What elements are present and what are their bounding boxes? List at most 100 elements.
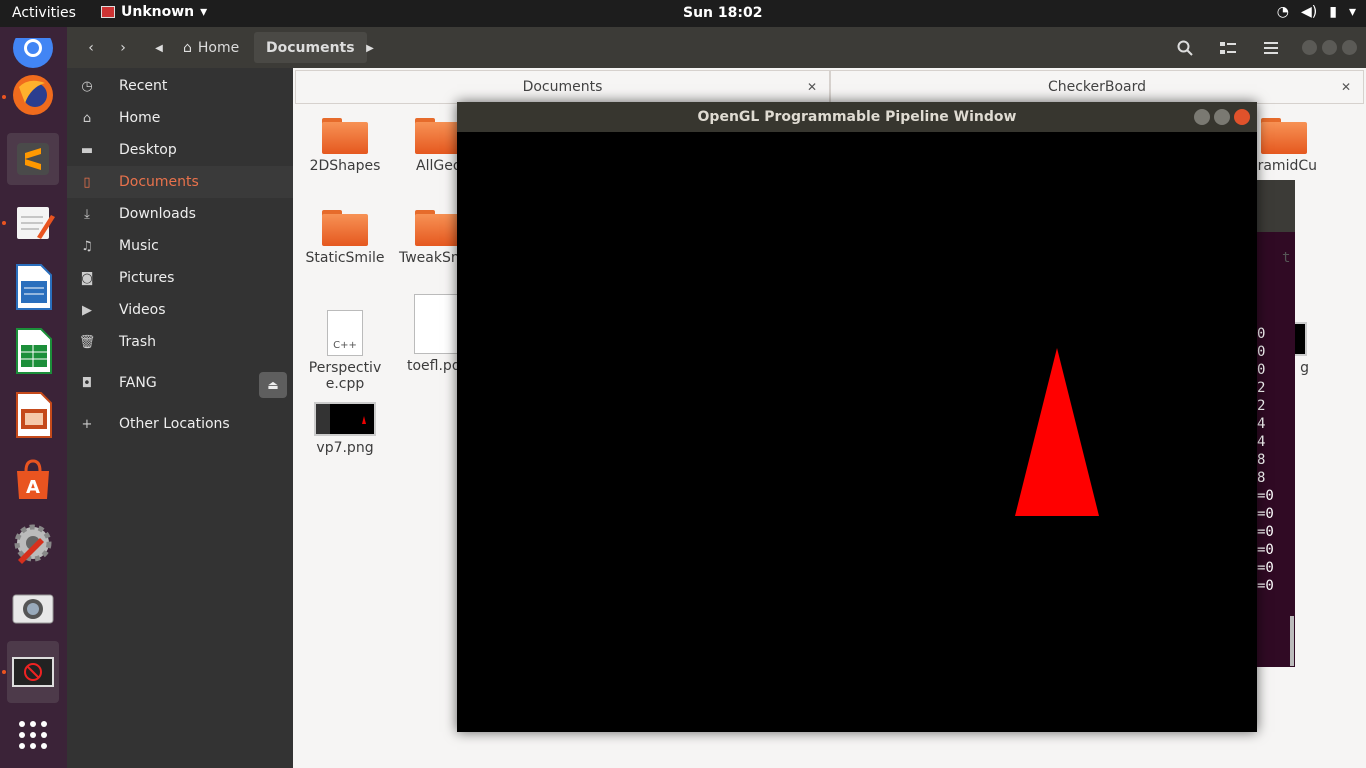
breadcrumb-right-arrow[interactable]: ▶ — [363, 34, 377, 62]
app-menu[interactable]: Unknown ▾ — [101, 4, 207, 20]
file-item-allgeo[interactable]: AllGeo — [393, 118, 457, 174]
terminal-scrollbar[interactable] — [1290, 616, 1294, 666]
file-label: StaticSmile — [305, 250, 385, 266]
dock-item-text-editor[interactable] — [7, 197, 59, 249]
dock-item-firefox[interactable] — [7, 69, 59, 121]
dock-item-impress[interactable] — [7, 389, 59, 441]
sidebar-item-downloads[interactable]: ⤓ Downloads — [67, 198, 293, 230]
dock-item-sublime[interactable] — [7, 133, 59, 185]
sidebar-item-label: Home — [119, 110, 161, 126]
file-label: AllGeo — [416, 158, 457, 174]
volume-icon: ◀) — [1301, 4, 1318, 20]
terminal-line: =0 — [1257, 542, 1274, 558]
dock-item-camera[interactable] — [7, 581, 59, 633]
running-indicator — [2, 670, 6, 674]
sidebar-item-home[interactable]: ⌂ Home — [67, 102, 293, 134]
file-item-pyramidcu[interactable]: ramidCu — [1257, 118, 1317, 174]
file-label: toefl.pd — [407, 358, 457, 374]
sidebar-item-label: FANG — [119, 375, 157, 391]
file-item-2dshapes[interactable]: 2DShapes — [301, 118, 389, 174]
menu-button[interactable] — [1253, 34, 1289, 62]
hamburger-menu-icon — [1264, 42, 1278, 54]
opengl-window[interactable]: OpenGL Programmable Pipeline Window — [457, 102, 1257, 732]
close-icon[interactable]: ✕ — [807, 80, 817, 94]
plus-icon: + — [81, 416, 93, 432]
file-item-perspective-cpp[interactable]: C++ Perspective.cpp — [301, 310, 389, 392]
view-options-button[interactable] — [1210, 34, 1246, 62]
close-button[interactable] — [1234, 109, 1250, 125]
system-tray[interactable]: ◔ ◀) ▮ ▾ — [1277, 4, 1356, 20]
show-applications-icon — [19, 721, 47, 749]
sidebar-item-label: Recent — [119, 78, 168, 94]
chrome-icon — [13, 38, 53, 68]
dock-item-calc[interactable] — [7, 325, 59, 377]
sidebar-item-trash[interactable]: 🗑 Trash — [67, 326, 293, 358]
eject-button[interactable]: ⏏ — [259, 372, 287, 398]
file-label: TweakSm — [399, 250, 457, 266]
sidebar-item-recent[interactable]: ◷ Recent — [67, 70, 293, 102]
close-icon[interactable]: ✕ — [1341, 80, 1351, 94]
libreoffice-calc-icon — [16, 328, 52, 374]
libreoffice-impress-icon — [16, 392, 52, 438]
maximize-button[interactable] — [1214, 109, 1230, 125]
app-icon — [101, 6, 115, 18]
terminal-line: t — [1282, 250, 1291, 266]
video-icon: ▶ — [82, 302, 92, 318]
tab-documents[interactable]: Documents ✕ — [295, 70, 830, 104]
pdf-file-icon — [414, 294, 457, 354]
file-label: vp7.png — [316, 440, 374, 456]
terminal-line: =0 — [1257, 578, 1274, 594]
home-icon: ⌂ — [82, 110, 92, 126]
breadcrumb-left-arrow[interactable]: ◀ — [151, 34, 167, 62]
red-triangle — [1015, 348, 1099, 516]
breadcrumb-home[interactable]: ⌂ Home — [171, 27, 251, 68]
search-button[interactable] — [1167, 34, 1203, 62]
dock-item-writer[interactable] — [7, 261, 59, 313]
file-item-toefl-pdf[interactable]: toefl.pd — [393, 294, 457, 374]
camera-icon — [12, 594, 54, 624]
sidebar-item-desktop[interactable]: ▬ Desktop — [67, 134, 293, 166]
view-options-icon — [1220, 42, 1236, 54]
file-item-vp7-png[interactable]: vp7.png — [301, 402, 389, 456]
opengl-canvas[interactable] — [457, 132, 1257, 732]
maximize-button[interactable] — [1322, 40, 1337, 55]
dock-item-software[interactable]: A — [7, 453, 59, 505]
wifi-icon: ◔ — [1276, 4, 1290, 20]
tab-label: Documents — [522, 79, 603, 95]
eject-icon: ⏏ — [267, 378, 279, 392]
activities-button[interactable]: Activities — [12, 5, 76, 21]
dock-item-settings[interactable] — [7, 517, 59, 569]
file-label: 2DShapes — [309, 158, 381, 174]
battery-icon: ▮ — [1329, 4, 1337, 20]
sidebar-item-documents[interactable]: ▯ Documents — [67, 166, 293, 198]
tab-checkerboard[interactable]: CheckerBoard ✕ — [830, 70, 1364, 104]
chevron-left-icon: ‹ — [88, 40, 94, 56]
download-icon: ⤓ — [84, 206, 90, 222]
image-thumbnail — [314, 402, 376, 436]
forward-button[interactable]: › — [111, 34, 135, 62]
sidebar-item-pictures[interactable]: ◙ Pictures — [67, 262, 293, 294]
sidebar-item-label: Videos — [119, 302, 166, 318]
sidebar-item-videos[interactable]: ▶ Videos — [67, 294, 293, 326]
minimize-button[interactable] — [1194, 109, 1210, 125]
sidebar-item-other-locations[interactable]: + Other Locations — [67, 408, 293, 440]
file-item-staticsmile[interactable]: StaticSmile — [301, 210, 389, 266]
close-button[interactable] — [1342, 40, 1357, 55]
back-button[interactable]: ‹ — [79, 34, 103, 62]
text-editor-icon — [17, 207, 55, 239]
terminal-line: =0 — [1257, 524, 1274, 540]
breadcrumb-documents[interactable]: Documents — [254, 32, 367, 63]
terminal-line: 2 — [1257, 380, 1266, 396]
dock-item-running-app[interactable] — [7, 641, 59, 703]
opengl-window-titlebar[interactable]: OpenGL Programmable Pipeline Window — [457, 102, 1257, 132]
running-indicator — [2, 95, 6, 99]
folder-icon — [415, 118, 457, 154]
clock[interactable]: Sun 18:02 — [683, 5, 762, 21]
terminal-line: 4 — [1257, 416, 1266, 432]
chevron-right-icon: › — [120, 40, 126, 56]
file-item-tweaksm[interactable]: TweakSm — [393, 210, 457, 266]
minimize-button[interactable] — [1302, 40, 1317, 55]
sidebar-item-label: Trash — [119, 334, 156, 350]
sidebar-item-music[interactable]: ♫ Music — [67, 230, 293, 262]
show-applications-button[interactable] — [7, 709, 59, 761]
